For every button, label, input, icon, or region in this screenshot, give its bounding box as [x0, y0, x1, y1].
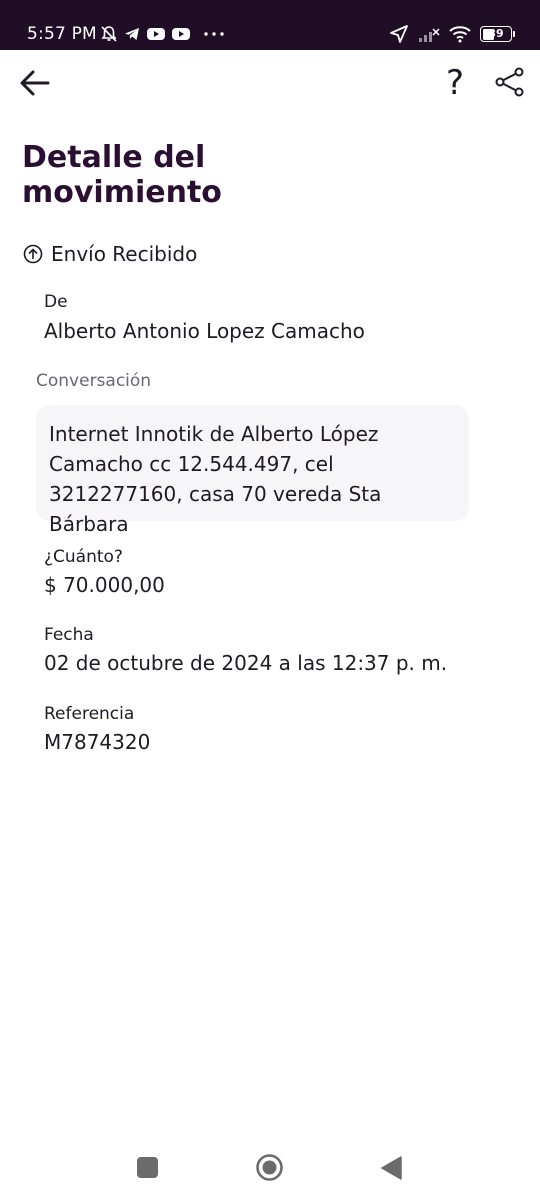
signal-icon [419, 28, 440, 42]
status-time: 5:57 PM [27, 24, 97, 44]
date-label: Fecha [44, 625, 94, 645]
reference-label: Referencia [44, 704, 135, 724]
home-circle-icon[interactable] [255, 1153, 284, 1182]
amount-value: $ 70.000,00 [44, 573, 165, 597]
reference-value: M7874320 [44, 730, 151, 754]
page-title: Detalle del movimiento [22, 140, 222, 210]
back-button[interactable] [18, 66, 52, 100]
battery-level: 39 [488, 27, 504, 40]
arrow-left-icon [20, 70, 50, 96]
system-icons: 39 [389, 24, 515, 44]
movement-type-label: Envío Recibido [51, 242, 198, 266]
from-label: De [44, 292, 68, 312]
movement-type: Envío Recibido [23, 238, 197, 270]
youtube-icon [147, 28, 165, 40]
amount-label: ¿Cuánto? [44, 547, 123, 567]
help-icon: ? [445, 63, 465, 103]
telegram-icon [125, 28, 139, 40]
location-icon [390, 25, 408, 43]
share-button[interactable] [494, 66, 526, 98]
notification-icons [100, 24, 226, 44]
conversation-box: Internet Innotik de Alberto López Camach… [36, 405, 469, 536]
mute-icon [101, 26, 117, 42]
battery-icon: 39 [480, 26, 515, 42]
back-triangle-icon[interactable] [380, 1155, 404, 1181]
wifi-icon [449, 26, 471, 43]
youtube-icon [172, 28, 190, 40]
more-dots-icon [204, 32, 224, 36]
conversation-label: Conversación [36, 371, 152, 391]
from-value: Alberto Antonio Lopez Camacho [44, 319, 365, 343]
system-nav-bar [0, 1140, 540, 1200]
recents-square-icon[interactable] [137, 1157, 158, 1178]
conversation-text: Internet Innotik de Alberto López Camach… [49, 422, 382, 536]
date-value: 02 de octubre de 2024 a las 12:37 p. m. [44, 651, 448, 675]
share-icon [495, 67, 524, 97]
status-bar: 5:57 PM 39 [0, 0, 540, 50]
arrow-up-circle-icon [23, 244, 43, 264]
help-button[interactable]: ? [440, 63, 470, 103]
